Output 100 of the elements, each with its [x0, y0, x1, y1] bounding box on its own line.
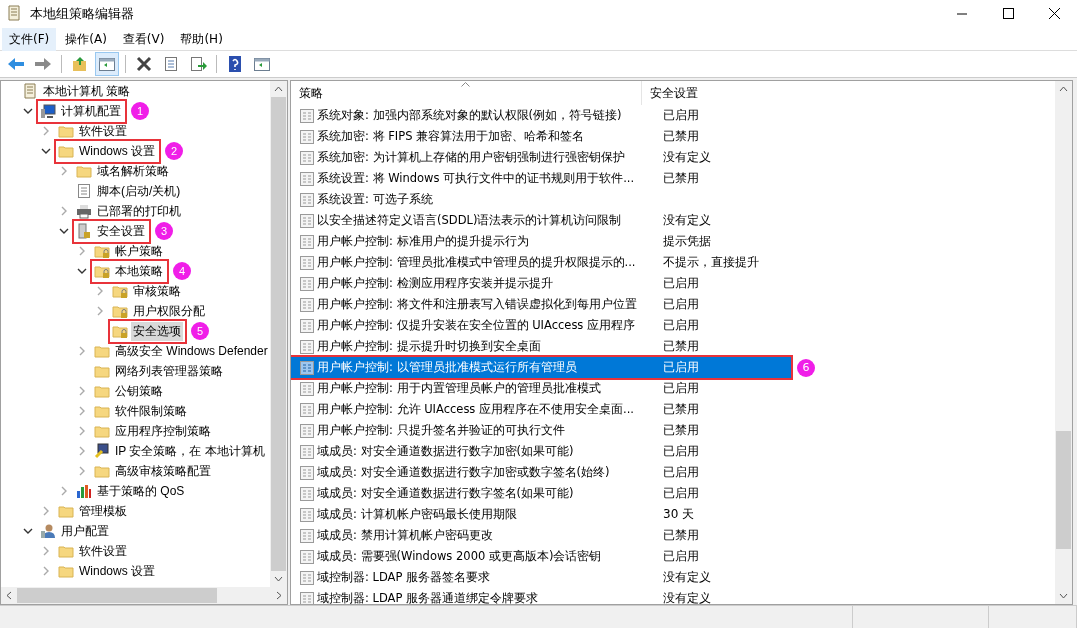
column-header[interactable]: 安全设置: [642, 81, 790, 105]
policy-row[interactable]: 系统加密: 为计算机上存储的用户密钥强制进行强密钥保护 没有定义: [291, 147, 791, 168]
tree-item[interactable]: 安全设置: [95, 221, 147, 241]
tree-item[interactable]: 用户配置: [59, 521, 111, 541]
expand-icon[interactable]: [77, 466, 87, 476]
expand-icon[interactable]: [59, 206, 69, 216]
expand-icon[interactable]: [77, 406, 87, 416]
tree-item[interactable]: 帐户策略: [113, 241, 165, 261]
network-key-icon: [94, 443, 110, 459]
tree-item[interactable]: 计算机配置: [59, 101, 123, 121]
tree-item[interactable]: IP 安全策略，在 本地计算机: [113, 441, 267, 461]
policy-row[interactable]: 用户帐户控制: 管理员批准模式中管理员的提升权限提示的... 不提示，直接提升: [291, 252, 791, 273]
expand-icon[interactable]: [41, 546, 51, 556]
policy-icon: [299, 422, 315, 439]
tree-item[interactable]: 管理模板: [77, 501, 129, 521]
security-setting: 已禁用: [662, 170, 699, 187]
scrollbar-thumb[interactable]: [1056, 430, 1071, 549]
policy-row[interactable]: 域成员: 计算机帐户密码最长使用期限 30 天: [291, 504, 791, 525]
locked-folder-icon: [94, 243, 110, 259]
policy-row[interactable]: 系统加密: 将 FIPS 兼容算法用于加密、哈希和签名 已禁用: [291, 126, 791, 147]
tree-item[interactable]: 域名解析策略: [95, 161, 171, 181]
column-header[interactable]: 策略: [291, 81, 642, 105]
tree-item[interactable]: 网络列表管理器策略: [113, 361, 225, 381]
expand-icon[interactable]: [59, 486, 69, 496]
printer-icon: [76, 203, 92, 219]
policy-row[interactable]: 域控制器: LDAP 服务器通道绑定令牌要求 没有定义: [291, 588, 791, 604]
expand-icon[interactable]: [95, 306, 105, 316]
expand-icon[interactable]: [95, 286, 105, 296]
collapse-icon[interactable]: [77, 266, 87, 276]
tree-item[interactable]: 脚本(启动/关机): [95, 181, 183, 201]
policy-row[interactable]: 系统设置: 可选子系统: [291, 189, 791, 210]
policy-row[interactable]: 用户帐户控制: 标准用户的提升提示行为 提示凭据: [291, 231, 791, 252]
security-setting: 已禁用: [662, 128, 699, 145]
tree-item[interactable]: 用户权限分配: [131, 301, 207, 321]
policy-name: 域控制器: LDAP 服务器签名要求: [317, 570, 492, 585]
policy-row[interactable]: 用户帐户控制: 只提升签名并验证的可执行文件 已禁用: [291, 420, 791, 441]
policy-row[interactable]: 系统设置: 将 Windows 可执行文件中的证书规则用于软件... 已禁用: [291, 168, 791, 189]
security-setting: 已禁用: [662, 401, 699, 418]
policy-row[interactable]: 用户帐户控制: 仅提升安装在安全位置的 UIAccess 应用程序 已启用: [291, 315, 791, 336]
security-setting: 已启用: [662, 548, 699, 565]
tree-item[interactable]: 应用程序控制策略: [113, 421, 213, 441]
folder-icon: [76, 163, 92, 179]
tree-item[interactable]: 高级安全 Windows Defender: [113, 341, 270, 361]
policy-name: 域成员: 对安全通道数据进行数字加密或数字签名(始终): [317, 465, 611, 480]
menu-item[interactable]: 操作(A): [58, 27, 114, 51]
security-setting: 提示凭据: [662, 233, 711, 250]
expand-icon[interactable]: [59, 166, 69, 176]
expand-icon[interactable]: [77, 246, 87, 256]
policy-row[interactable]: 域成员: 禁用计算机帐户密码更改 已禁用: [291, 525, 791, 546]
menu-item[interactable]: 文件(F): [2, 27, 57, 51]
tree-item[interactable]: 本地计算机 策略: [41, 81, 133, 101]
expand-icon[interactable]: [41, 566, 51, 576]
expand-icon[interactable]: [77, 426, 87, 436]
scrollbar-thumb[interactable]: [17, 588, 217, 603]
tree-item[interactable]: 软件限制策略: [113, 401, 189, 421]
expand-icon[interactable]: [41, 506, 51, 516]
policy-row[interactable]: 用户帐户控制: 用于内置管理员帐户的管理员批准模式 已启用: [291, 378, 791, 399]
tree-item[interactable]: 基于策略的 QoS: [95, 481, 187, 501]
tree-item[interactable]: 高级审核策略配置: [113, 461, 213, 481]
folder-icon: [94, 423, 110, 439]
tree-item[interactable]: 已部署的打印机: [95, 201, 183, 221]
policy-row[interactable]: 用户帐户控制: 以管理员批准模式运行所有管理员 已启用: [291, 357, 791, 378]
security-setting: 已禁用: [662, 422, 699, 439]
policy-row[interactable]: 系统对象: 加强内部系统对象的默认权限(例如，符号链接) 已启用: [291, 105, 791, 126]
tree-item[interactable]: 软件设置: [77, 121, 129, 141]
collapse-icon[interactable]: [23, 526, 33, 536]
menu-item[interactable]: 查看(V): [115, 27, 172, 51]
collapse-icon[interactable]: [23, 106, 33, 116]
policy-row[interactable]: 域控制器: LDAP 服务器签名要求 没有定义: [291, 567, 791, 588]
policy-row[interactable]: 域成员: 对安全通道数据进行数字加密或数字签名(始终) 已启用: [291, 462, 791, 483]
tree-item[interactable]: 软件设置: [77, 541, 129, 561]
tree-item[interactable]: 本地策略: [113, 261, 165, 281]
scrollbar-thumb[interactable]: [271, 97, 286, 571]
policy-row[interactable]: 以安全描述符定义语言(SDDL)语法表示的计算机访问限制 没有定义: [291, 210, 791, 231]
expand-icon[interactable]: [77, 446, 87, 456]
tree-item[interactable]: Windows 设置: [77, 561, 157, 581]
collapse-icon[interactable]: [41, 146, 51, 156]
policy-row[interactable]: 用户帐户控制: 检测应用程序安装并提示提升 已启用: [291, 273, 791, 294]
pane-icon[interactable]: [95, 52, 119, 76]
policy-icon: [299, 569, 315, 586]
policy-row[interactable]: 用户帐户控制: 允许 UIAccess 应用程序在不使用安全桌面... 已禁用: [291, 399, 791, 420]
expand-icon[interactable]: [41, 126, 51, 136]
expand-icon[interactable]: [77, 386, 87, 396]
tree-item[interactable]: Windows 设置: [77, 141, 157, 161]
tree-item[interactable]: 安全选项: [131, 321, 183, 341]
policy-row[interactable]: 域成员: 需要强(Windows 2000 或更高版本)会话密钥 已启用: [291, 546, 791, 567]
menu-item[interactable]: 帮助(H): [173, 27, 230, 51]
user-icon: [40, 523, 56, 539]
tree-item[interactable]: 公钥策略: [113, 381, 165, 401]
tree-item[interactable]: 审核策略: [131, 281, 183, 301]
security-icon: [76, 223, 92, 239]
collapse-icon[interactable]: [59, 226, 69, 236]
policy-row[interactable]: 用户帐户控制: 提示提升时切换到安全桌面 已禁用: [291, 336, 791, 357]
expand-icon[interactable]: [77, 346, 87, 356]
security-setting: 已启用: [662, 275, 699, 292]
policy-row[interactable]: 域成员: 对安全通道数据进行数字签名(如果可能) 已启用: [291, 483, 791, 504]
policy-icon: [299, 128, 315, 145]
policy-row[interactable]: 域成员: 对安全通道数据进行数字加密(如果可能) 已启用: [291, 441, 791, 462]
policy-name: 以安全描述符定义语言(SDDL)语法表示的计算机访问限制: [317, 213, 623, 228]
policy-row[interactable]: 用户帐户控制: 将文件和注册表写入错误虚拟化到每用户位置 已启用: [291, 294, 791, 315]
